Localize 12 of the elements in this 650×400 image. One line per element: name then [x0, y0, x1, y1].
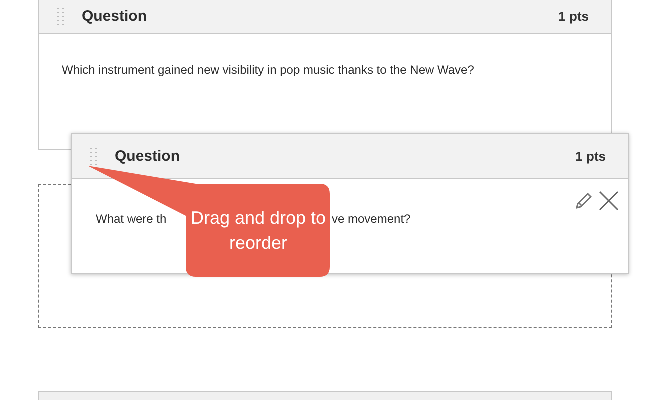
points-label: 1 pts: [576, 148, 606, 164]
question-text: ve movement?: [332, 211, 411, 228]
close-icon[interactable]: [599, 191, 619, 211]
question-title: Question: [115, 148, 180, 164]
points-label: 1 pts: [558, 9, 589, 24]
pencil-icon[interactable]: [576, 191, 594, 209]
drag-handle-icon[interactable]: [90, 148, 97, 164]
question-title: Question: [82, 8, 148, 25]
drag-handle-icon[interactable]: [57, 8, 64, 25]
question-text: Which instrument gained new visibility in pop music thanks to the New Wave?: [62, 63, 474, 77]
callout-text: Drag and drop to reorder: [190, 206, 328, 254]
question-text: What were th: [96, 211, 167, 228]
